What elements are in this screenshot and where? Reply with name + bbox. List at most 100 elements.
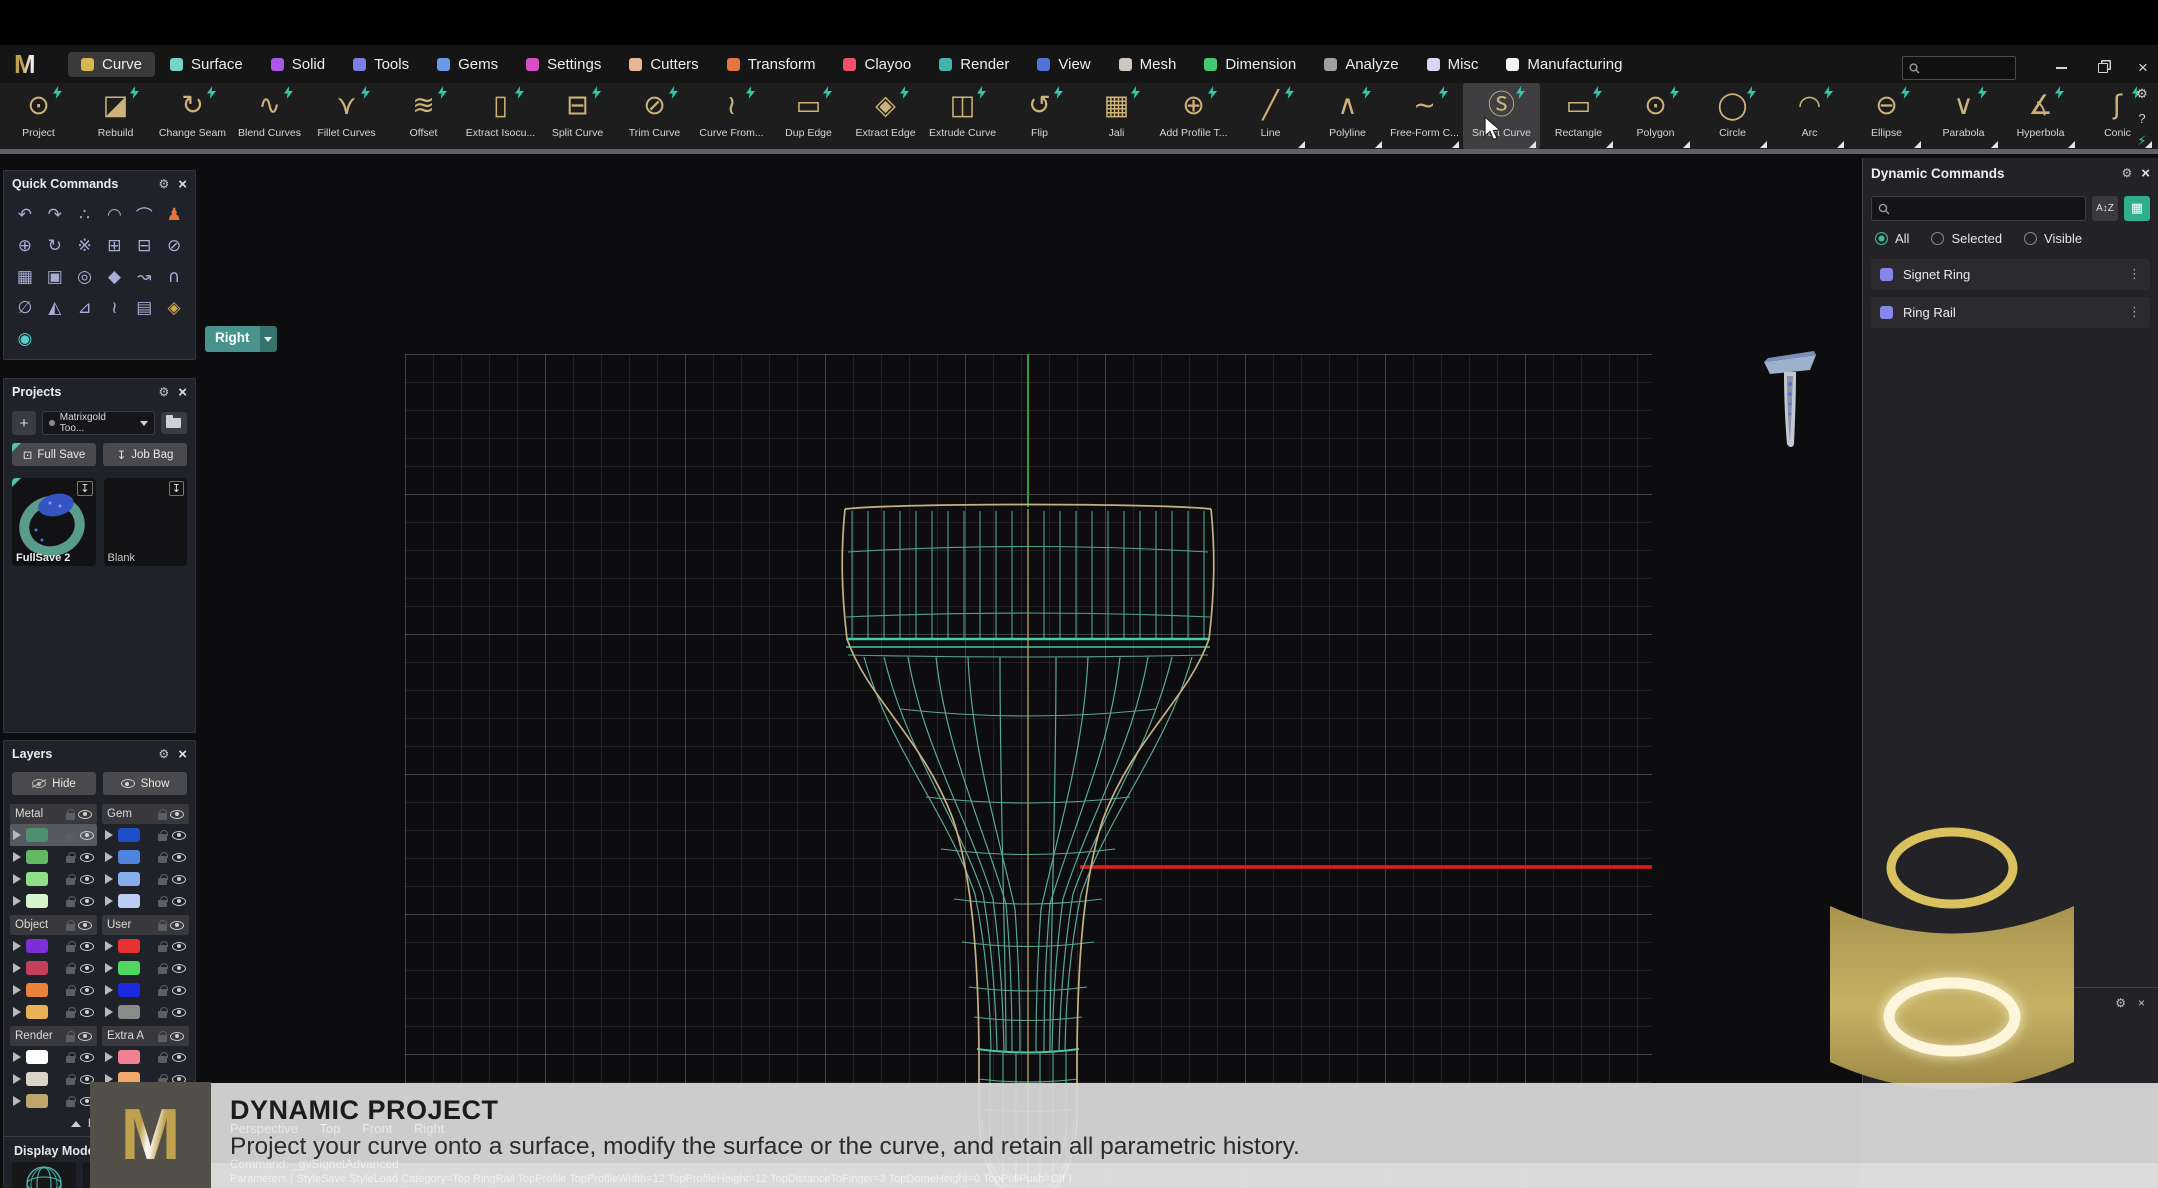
toolbar-button[interactable]: ⊖ Ellipse [1848, 83, 1925, 149]
toolbar-button[interactable]: ⊙ Polygon [1617, 83, 1694, 149]
layer-row[interactable] [102, 1046, 189, 1068]
layer-group-header[interactable]: Render [10, 1026, 97, 1046]
layer-row[interactable] [10, 846, 97, 868]
eye-icon[interactable] [172, 964, 186, 973]
lock-icon[interactable] [66, 856, 75, 863]
eye-icon[interactable] [170, 1032, 184, 1041]
eye-icon[interactable] [172, 875, 186, 884]
lock-icon[interactable] [66, 1011, 75, 1018]
layer-color-swatch[interactable] [118, 828, 140, 842]
toolbar-button[interactable]: ↻ Change Seam [154, 83, 231, 149]
eye-icon[interactable] [170, 810, 184, 819]
layer-row[interactable] [10, 1068, 97, 1090]
expand-icon[interactable] [105, 1007, 113, 1017]
lock-icon[interactable] [158, 1035, 167, 1042]
eye-icon[interactable] [80, 1008, 94, 1017]
toolbar-button[interactable]: ◪ Rebuild [77, 83, 154, 149]
quick-command-icon[interactable]: ◠ [100, 199, 130, 230]
toolbar-button[interactable]: ∧ Polyline [1309, 83, 1386, 149]
project-thumbnail-blank[interactable]: ↧ Blank [104, 478, 188, 566]
lock-icon[interactable] [158, 834, 167, 841]
lock-icon[interactable] [158, 1056, 167, 1063]
eye-icon[interactable] [172, 942, 186, 951]
expand-icon[interactable] [105, 874, 113, 884]
layer-color-swatch[interactable] [118, 894, 140, 908]
layer-row[interactable] [102, 846, 189, 868]
toolbar-button[interactable]: ⋎ Fillet Curves [308, 83, 385, 149]
eye-icon[interactable] [172, 853, 186, 862]
viewport-view-tab[interactable]: Right [205, 326, 277, 352]
layer-group-header[interactable]: Metal [10, 804, 97, 824]
expand-icon[interactable] [105, 896, 113, 906]
menu-item[interactable]: Solid [258, 52, 338, 77]
quick-command-icon[interactable]: ⌒ [129, 199, 159, 230]
expand-icon[interactable] [105, 852, 113, 862]
eye-icon[interactable] [78, 921, 92, 930]
lock-icon[interactable] [66, 1035, 75, 1042]
eye-icon[interactable] [80, 853, 94, 862]
eye-icon[interactable] [80, 1053, 94, 1062]
toolbar-button[interactable]: ∿ Blend Curves [231, 83, 308, 149]
lock-icon[interactable] [66, 1100, 75, 1107]
lock-icon[interactable] [158, 900, 167, 907]
export-icon[interactable]: ↧ [169, 481, 184, 496]
toolbar-button[interactable]: ∡ Hyperbola [2002, 83, 2079, 149]
layer-group-header[interactable]: Gem [102, 804, 189, 824]
layer-color-swatch[interactable] [26, 828, 48, 842]
expand-icon[interactable] [13, 1096, 21, 1106]
expand-icon[interactable] [13, 830, 21, 840]
expand-icon[interactable] [105, 985, 113, 995]
dynamic-item-row[interactable]: Ring Rail ⋮ [1871, 297, 2150, 328]
layer-color-swatch[interactable] [26, 872, 48, 886]
layer-row[interactable] [102, 824, 189, 846]
layer-color-swatch[interactable] [118, 961, 140, 975]
layer-row[interactable] [102, 935, 189, 957]
eye-icon[interactable] [172, 1008, 186, 1017]
quick-command-icon[interactable]: ∴ [70, 199, 100, 230]
toolbar-button[interactable]: ◯ Circle [1694, 83, 1771, 149]
filter-radio[interactable]: Selected [1931, 231, 2002, 246]
menu-item[interactable]: Transform [714, 52, 829, 77]
layer-color-swatch[interactable] [118, 939, 140, 953]
gear-icon[interactable]: ⚙ [158, 385, 169, 399]
lock-icon[interactable] [158, 945, 167, 952]
toolbar-button[interactable]: ▭ Dup Edge [770, 83, 847, 149]
quick-command-icon[interactable]: ♟ [159, 199, 189, 230]
expand-icon[interactable] [105, 830, 113, 840]
lock-icon[interactable] [66, 1078, 75, 1085]
menu-item[interactable]: View [1024, 52, 1103, 77]
quick-command-icon[interactable]: ※ [70, 230, 100, 261]
add-project-button[interactable]: + [12, 411, 36, 435]
help-icon[interactable]: ? [2138, 111, 2145, 126]
menu-item[interactable]: Analyze [1311, 52, 1411, 77]
open-folder-button[interactable] [161, 412, 187, 434]
layer-row[interactable] [102, 890, 189, 912]
close-icon[interactable]: × [178, 747, 187, 762]
layer-group-header[interactable]: User [102, 915, 189, 935]
quick-command-icon[interactable]: ⊘ [159, 230, 189, 261]
layer-color-swatch[interactable] [118, 1050, 140, 1064]
close-icon[interactable]: × [178, 385, 187, 400]
layer-color-swatch[interactable] [26, 939, 48, 953]
lock-icon[interactable] [66, 834, 75, 841]
dynamic-search-box[interactable] [1871, 196, 2086, 221]
menu-item[interactable]: Misc [1414, 52, 1492, 77]
grid-view-button[interactable]: ▦ [2124, 196, 2150, 221]
lock-icon[interactable] [66, 945, 75, 952]
eye-icon[interactable] [172, 1053, 186, 1062]
quick-command-icon[interactable]: ▣ [40, 261, 70, 292]
expand-icon[interactable] [13, 1007, 21, 1017]
expand-icon[interactable] [105, 941, 113, 951]
expand-icon[interactable] [13, 941, 21, 951]
layer-row[interactable] [10, 957, 97, 979]
lock-icon[interactable] [66, 924, 75, 931]
eye-icon[interactable] [80, 986, 94, 995]
project-thumbnail-fullsave[interactable]: ↧ FullSave 2 [12, 478, 96, 566]
lock-icon[interactable] [158, 813, 167, 820]
quick-command-icon[interactable]: ◎ [70, 261, 100, 292]
layer-row[interactable] [10, 1001, 97, 1023]
export-icon[interactable]: ↧ [77, 481, 92, 496]
quick-command-icon[interactable]: ↝ [129, 261, 159, 292]
eye-icon[interactable] [78, 1032, 92, 1041]
layer-color-swatch[interactable] [26, 1005, 48, 1019]
